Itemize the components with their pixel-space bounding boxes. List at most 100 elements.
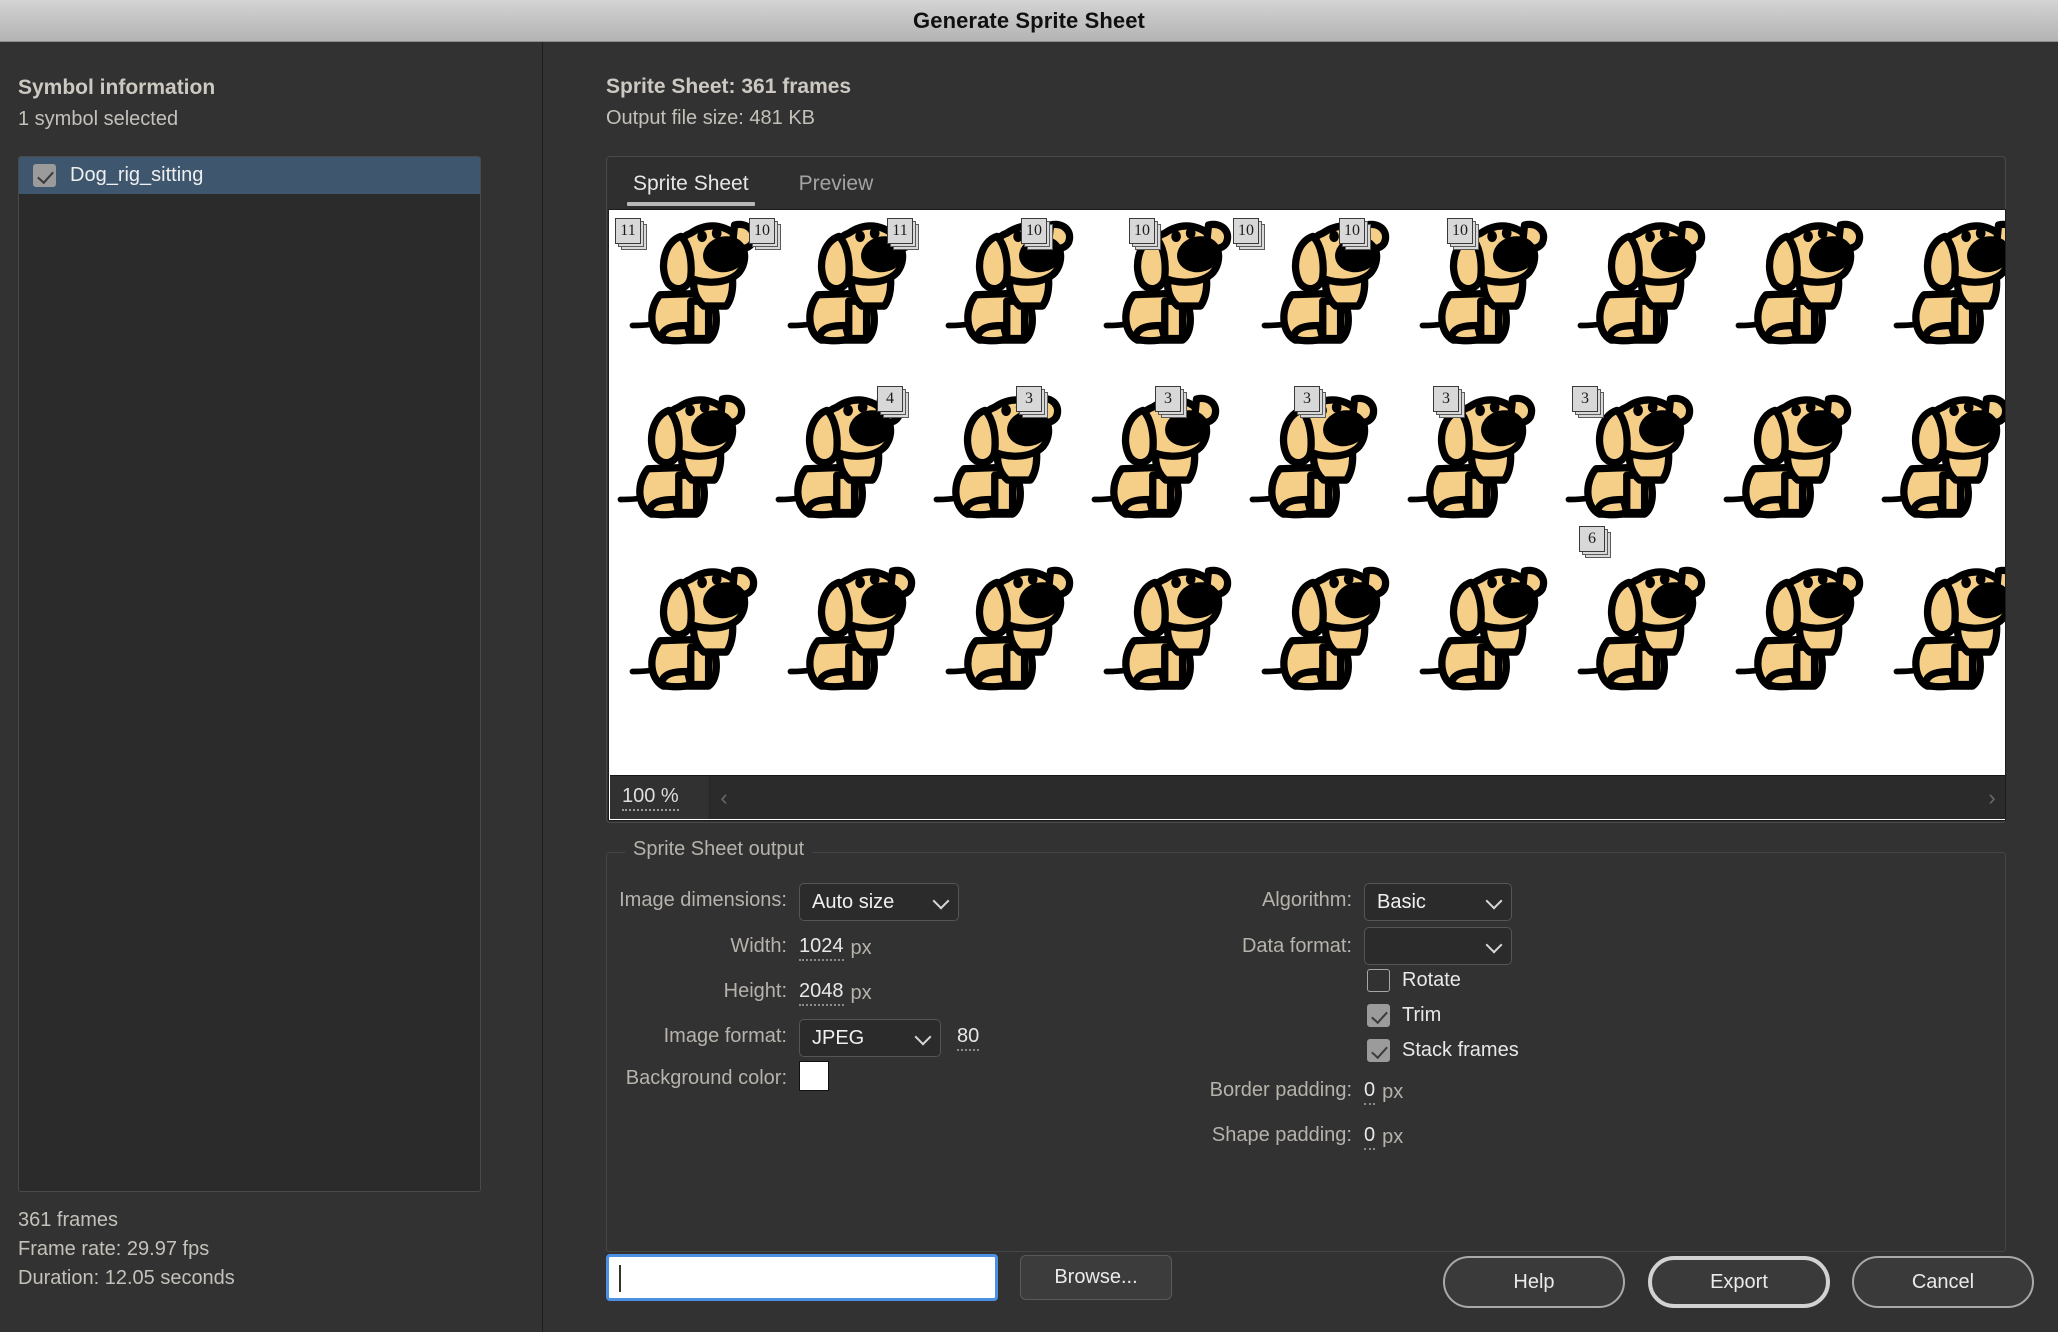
stack-frames-checkbox[interactable] [1367, 1039, 1390, 1062]
dog-sprite-frame [1719, 550, 1881, 717]
frame-count-badge: 3 [1294, 386, 1320, 412]
help-button[interactable]: Help [1443, 1256, 1625, 1308]
dog-sprite-frame [1877, 550, 2006, 717]
dog-sprite-frame [1877, 210, 2006, 371]
preview-tabs: Sprite Sheet Preview [625, 168, 881, 206]
sprite-sheet-panel: Sprite Sheet: 361 frames Output file siz… [544, 42, 2058, 1332]
background-color-swatch[interactable] [799, 1061, 829, 1091]
duration-text: Duration: 12.05 seconds [18, 1264, 235, 1293]
width-unit: px [851, 937, 872, 960]
chevron-left-icon[interactable]: ‹ [710, 785, 738, 811]
frame-count-text: 361 frames [18, 1206, 235, 1235]
stack-frames-checkbox-row[interactable]: Stack frames [1367, 1039, 1519, 1062]
background-color-label: Background color: [626, 1067, 787, 1090]
height-unit: px [851, 982, 872, 1005]
image-format-value: JPEG [812, 1027, 906, 1050]
symbol-list[interactable]: Dog_rig_sitting [18, 156, 481, 1192]
dog-sprite-frame [1087, 550, 1249, 717]
preview-zoom-bar[interactable]: 100 % ‹ › [610, 775, 2006, 819]
algorithm-value: Basic [1377, 891, 1477, 914]
symbol-selected-count: 1 symbol selected [18, 108, 178, 131]
shape-padding-unit: px [1382, 1126, 1403, 1149]
output-path-input[interactable] [606, 1254, 998, 1301]
image-quality-input[interactable]: 80 [957, 1025, 979, 1051]
image-format-select[interactable]: JPEG [799, 1019, 941, 1057]
data-format-select[interactable] [1364, 927, 1512, 965]
frame-count-badge: 3 [1433, 386, 1459, 412]
zoom-level-field[interactable]: 100 % [610, 776, 710, 819]
shape-padding-label: Shape padding: [1212, 1124, 1352, 1147]
dog-sprite-frame [1245, 550, 1407, 717]
cancel-button[interactable]: Cancel [1852, 1256, 2034, 1308]
window-title-bar: Generate Sprite Sheet [0, 0, 2058, 42]
frame-count-badge: 4 [877, 386, 903, 412]
symbol-list-item[interactable]: Dog_rig_sitting [19, 157, 480, 194]
frame-count-badge: 10 [1339, 218, 1365, 244]
output-file-size-text: Output file size: 481 KB [606, 107, 815, 130]
height-label: Height: [724, 980, 787, 1003]
border-padding-input[interactable]: 0 [1364, 1079, 1375, 1105]
chevron-down-icon [1487, 894, 1503, 910]
dog-sprite-frame [771, 550, 933, 717]
text-caret [619, 1265, 621, 1292]
dog-sprite-frame [1561, 210, 1723, 371]
dog-sprite-frame [1707, 378, 1869, 545]
frame-count-badge: 10 [1233, 218, 1259, 244]
frame-count-badge: 3 [1572, 386, 1598, 412]
dog-sprite-frame [929, 550, 1091, 717]
algorithm-label: Algorithm: [1262, 889, 1352, 912]
trim-checkbox[interactable] [1367, 1004, 1390, 1027]
rotate-checkbox-row[interactable]: Rotate [1367, 969, 1461, 992]
algorithm-select[interactable]: Basic [1364, 883, 1512, 921]
rotate-label: Rotate [1402, 969, 1461, 992]
sprite-sheet-canvas[interactable]: 11101110101010104333336 [609, 210, 2006, 775]
symbol-information-heading: Symbol information [18, 76, 215, 100]
border-padding-label: Border padding: [1210, 1079, 1352, 1102]
dog-sprite-frame [917, 378, 1079, 545]
dog-sprite-frame [1245, 210, 1407, 371]
height-input[interactable]: 2048 [799, 980, 844, 1006]
frame-rate-text: Frame rate: 29.97 fps [18, 1235, 235, 1264]
frame-count-badge: 10 [1129, 218, 1155, 244]
tab-sprite-sheet[interactable]: Sprite Sheet [625, 168, 757, 206]
symbol-information-panel: Symbol information 1 symbol selected Dog… [0, 42, 543, 1332]
image-dimensions-value: Auto size [812, 891, 924, 914]
frame-count-badge: 3 [1016, 386, 1042, 412]
dog-sprite-frame [1403, 210, 1565, 371]
browse-button[interactable]: Browse... [1020, 1255, 1172, 1300]
image-format-label: Image format: [664, 1025, 787, 1048]
symbol-checkbox[interactable] [33, 164, 56, 187]
window-title: Generate Sprite Sheet [913, 8, 1145, 34]
width-label: Width: [730, 935, 787, 958]
width-input[interactable]: 1024 [799, 935, 844, 961]
tab-preview[interactable]: Preview [791, 168, 882, 206]
frame-count-badge: 11 [887, 218, 913, 244]
export-button[interactable]: Export [1648, 1256, 1830, 1308]
sprite-sheet-image[interactable]: 11101110101010104333336 100 % ‹ › [608, 209, 2006, 821]
frame-count-badge: 6 [1579, 526, 1605, 552]
shape-padding-input[interactable]: 0 [1364, 1124, 1375, 1150]
symbol-name-label: Dog_rig_sitting [70, 164, 203, 187]
sprite-sheet-frames-heading: Sprite Sheet: 361 frames [606, 75, 851, 99]
dog-sprite-frame [1719, 210, 1881, 371]
trim-label: Trim [1402, 1004, 1441, 1027]
chevron-down-icon [934, 894, 950, 910]
frame-count-badge: 10 [1447, 218, 1473, 244]
rotate-checkbox[interactable] [1367, 969, 1390, 992]
preview-container: Sprite Sheet Preview 1110111010101010433… [606, 156, 2006, 823]
chevron-right-icon[interactable]: › [1978, 785, 2006, 811]
trim-checkbox-row[interactable]: Trim [1367, 1004, 1441, 1027]
dog-sprite-frame [1865, 378, 2006, 545]
sprite-sheet-output-group: Sprite Sheet output Image dimensions: Au… [606, 852, 2006, 1252]
border-padding-unit: px [1382, 1081, 1403, 1104]
image-dimensions-label: Image dimensions: [619, 889, 787, 912]
image-dimensions-select[interactable]: Auto size [799, 883, 959, 921]
dog-sprite-frame [613, 550, 775, 717]
frame-count-badge: 10 [749, 218, 775, 244]
dog-sprite-frame [1087, 210, 1249, 371]
frame-count-badge: 10 [1021, 218, 1047, 244]
dog-sprite-frame [1561, 550, 1723, 717]
sprite-sheet-output-legend: Sprite Sheet output [625, 838, 812, 861]
dog-sprite-frame [929, 210, 1091, 371]
dog-sprite-frame [1391, 378, 1553, 545]
